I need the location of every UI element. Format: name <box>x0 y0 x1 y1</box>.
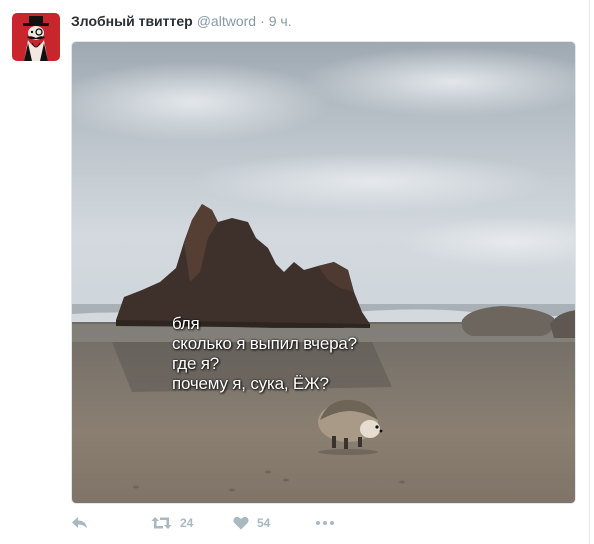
caption-line: сколько я выпил вчера? <box>172 334 357 353</box>
tweet-photo[interactable]: бля сколько я выпил вчера? где я? почему… <box>71 41 576 504</box>
more-icon <box>316 521 334 525</box>
avatar[interactable] <box>12 13 60 61</box>
tweet-header: Злобный твиттер @altword · 9 ч. <box>71 12 292 30</box>
caption-line: где я? <box>172 354 219 373</box>
column-divider <box>589 0 590 544</box>
caption-line: бля <box>172 314 200 333</box>
heart-icon <box>233 516 249 530</box>
tweet-actions: 24 54 <box>71 512 345 534</box>
reply-icon <box>72 517 87 529</box>
retweet-button[interactable]: 24 <box>151 516 233 530</box>
reply-button[interactable] <box>71 516 151 530</box>
image-caption: бля сколько я выпил вчера? где я? почему… <box>172 314 357 394</box>
separator: · <box>260 13 265 29</box>
retweet-count: 24 <box>180 516 194 530</box>
author-name[interactable]: Злобный твиттер <box>71 12 193 30</box>
more-button[interactable] <box>315 520 345 526</box>
like-button[interactable]: 54 <box>233 516 315 530</box>
author-handle[interactable]: @altword <box>197 12 256 30</box>
tweet: Злобный твиттер @altword · 9 ч. бля скол… <box>0 0 594 544</box>
like-count: 54 <box>257 516 271 530</box>
timestamp[interactable]: 9 ч. <box>269 12 292 30</box>
retweet-icon <box>151 517 172 529</box>
avatar-image <box>12 13 60 61</box>
photo-scene <box>72 42 575 503</box>
caption-line: почему я, сука, ЁЖ? <box>172 374 329 393</box>
